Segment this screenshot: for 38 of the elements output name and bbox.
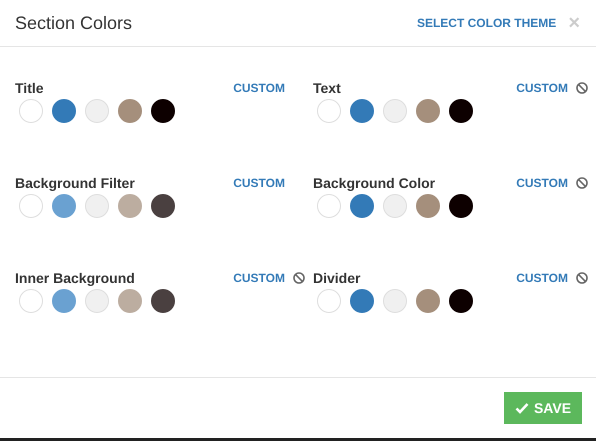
dialog-title: Section Colors: [15, 12, 134, 34]
reset-icon[interactable]: [293, 272, 305, 284]
color-swatch[interactable]: [52, 194, 76, 218]
color-swatch[interactable]: [118, 99, 142, 123]
section-label: Text: [313, 80, 342, 96]
reset-icon[interactable]: [576, 272, 588, 284]
select-color-theme-link[interactable]: SELECT COLOR THEME: [416, 16, 556, 30]
color-swatch[interactable]: [151, 99, 175, 123]
color-swatch[interactable]: [350, 194, 374, 218]
custom-link[interactable]: CUSTOM: [516, 271, 568, 285]
section-label: Divider: [313, 270, 362, 286]
custom-link[interactable]: CUSTOM: [516, 176, 568, 190]
custom-link[interactable]: CUSTOM: [233, 81, 285, 95]
color-swatch[interactable]: [350, 99, 374, 123]
color-swatch[interactable]: [52, 99, 76, 123]
color-swatch[interactable]: [151, 194, 175, 218]
section-label: Inner Background: [15, 270, 136, 286]
color-swatch[interactable]: [449, 289, 473, 313]
color-swatch[interactable]: [151, 289, 175, 313]
section-label: Title: [15, 80, 45, 96]
section-label: Background Filter: [15, 175, 136, 191]
check-icon: [514, 402, 529, 414]
reset-icon[interactable]: [576, 177, 588, 189]
reset-icon[interactable]: [576, 82, 588, 94]
color-swatch[interactable]: [416, 99, 440, 123]
custom-link[interactable]: CUSTOM: [516, 81, 568, 95]
color-swatch[interactable]: [350, 289, 374, 313]
section-label: Background Color: [313, 175, 436, 191]
custom-link[interactable]: CUSTOM: [233, 176, 285, 190]
color-swatch[interactable]: [416, 194, 440, 218]
custom-link[interactable]: CUSTOM: [233, 271, 285, 285]
color-swatch[interactable]: [449, 99, 473, 123]
color-swatch[interactable]: [449, 194, 473, 218]
save-button[interactable]: SAVE: [504, 392, 582, 424]
color-swatch[interactable]: [118, 289, 142, 313]
color-swatch[interactable]: [52, 289, 76, 313]
color-swatch[interactable]: [416, 289, 440, 313]
color-swatch[interactable]: [118, 194, 142, 218]
